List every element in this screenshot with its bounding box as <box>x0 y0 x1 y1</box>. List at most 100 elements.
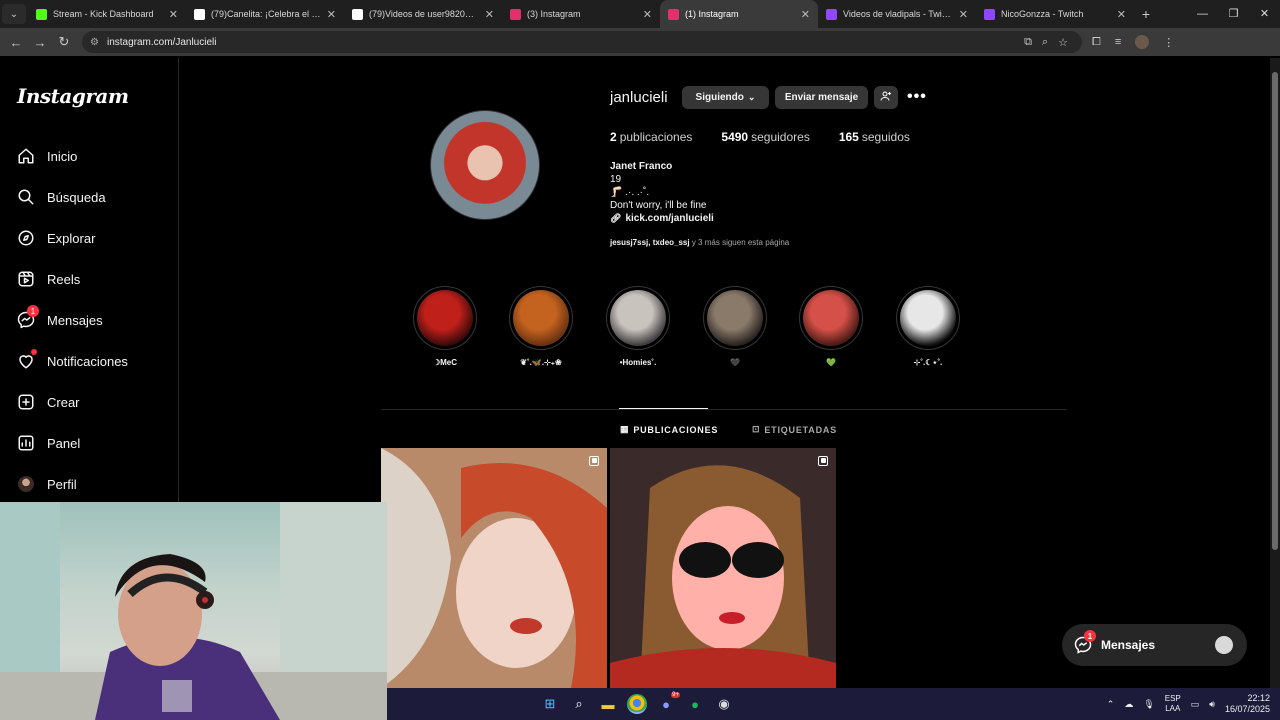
browser-tab[interactable]: NicoGonzza - Twitch ✕ <box>976 0 1134 28</box>
nav-icon-wrapper <box>17 270 35 288</box>
messages-floating-button[interactable]: 1 Mensajes <box>1062 624 1247 666</box>
browser-tab[interactable]: (79)Canelita: ¡Celebra el Día del ✕ <box>186 0 344 28</box>
windows-start-icon[interactable]: ⊞ <box>540 694 560 714</box>
following-button[interactable]: Siguiendo ⌄ <box>682 86 769 109</box>
tray-chevron-icon[interactable]: ⌃ <box>1107 699 1115 710</box>
chrome-icon[interactable] <box>627 694 647 714</box>
bookmark-star-icon[interactable]: ☆ <box>1058 36 1068 49</box>
address-bar[interactable]: ⚙ instagram.com/Janlucieli ⧉ ⌕ ☆ <box>82 31 1082 53</box>
multiple-photos-icon <box>818 456 828 466</box>
scrollbar-thumb[interactable] <box>1272 72 1278 550</box>
close-tab-icon[interactable]: ✕ <box>643 8 652 21</box>
send-message-button[interactable]: Enviar mensaje <box>775 86 868 109</box>
following-link[interactable]: 165 seguidos <box>839 130 910 144</box>
tab-tagged[interactable]: ⊡ ETIQUETADAS <box>752 424 837 435</box>
sidebar-item-mensajes[interactable]: 1 Mensajes <box>17 305 103 333</box>
browser-tab[interactable]: Videos de vladipals - Twitch ✕ <box>818 0 976 28</box>
followed-by-text[interactable]: jesusj7ssj, txdeo_ssj y 3 más siguen est… <box>610 238 789 247</box>
highlight-ring <box>606 286 670 350</box>
browser-menu-icon[interactable]: ⋮ <box>1163 36 1174 49</box>
tab-search-button[interactable]: ⌄ <box>2 4 26 24</box>
sidebar-item-panel[interactable]: Panel <box>17 430 80 456</box>
install-app-icon[interactable]: ⧉ <box>1024 36 1032 49</box>
tab-posts[interactable]: ▦ PUBLICACIONES <box>620 424 718 435</box>
forward-button[interactable]: → <box>28 35 52 50</box>
sidebar-item-explorar[interactable]: Explorar <box>17 225 95 251</box>
browser-tab-title: (3) Instagram <box>527 9 581 19</box>
microphone-icon[interactable]: 🎙︎ <box>1143 699 1154 710</box>
reload-button[interactable]: ↻ <box>52 34 76 50</box>
post-image <box>610 448 836 688</box>
spotify-icon[interactable]: ● <box>685 694 705 714</box>
maximize-button[interactable]: ❐ <box>1218 0 1249 28</box>
highlight-cover <box>900 290 956 346</box>
search-icon[interactable]: ⌕ <box>569 694 589 714</box>
story-highlight[interactable]: ❦˚.🦋.⊹₊❀ <box>509 286 573 367</box>
nav-icon-wrapper: 1 <box>17 305 39 329</box>
highlight-label: ⊹˚.☾⋆˚. <box>913 358 943 367</box>
browser-tab[interactable]: (1) Instagram ✕ <box>660 0 818 28</box>
browser-tab[interactable]: (79)Videos de user9820421845 ✕ <box>344 0 502 28</box>
monitor-icon[interactable]: ▭ <box>1191 699 1200 710</box>
file-explorer-icon[interactable]: ▬ <box>598 694 618 714</box>
grid-icon: ▦ <box>620 424 630 434</box>
notification-dot <box>31 349 37 355</box>
close-tab-icon[interactable]: ✕ <box>1117 8 1126 21</box>
highlight-label: ☽MeC <box>432 358 458 367</box>
site-info-icon[interactable]: ⚙ <box>90 37 99 48</box>
story-highlight[interactable]: ☽MeC <box>413 286 477 367</box>
story-highlight[interactable]: 💚 <box>799 286 863 367</box>
post-thumbnail[interactable] <box>381 448 607 688</box>
media-controls-icon[interactable]: ≡ <box>1115 36 1121 48</box>
close-window-button[interactable]: ✕ <box>1249 0 1280 28</box>
volume-icon[interactable]: 🔊︎ <box>1209 699 1215 710</box>
sidebar-item-label: Notificaciones <box>47 353 128 369</box>
browser-toolbar: ← → ↻ ⚙ instagram.com/Janlucieli ⧉ ⌕ ☆ ⧠… <box>0 28 1280 56</box>
sidebar-item-label: Explorar <box>47 230 96 246</box>
content-divider <box>381 409 1067 410</box>
more-options-icon[interactable]: ••• <box>907 88 927 106</box>
browser-profile-avatar[interactable] <box>1135 35 1150 49</box>
plus-square-icon <box>18 394 34 410</box>
extensions-icon[interactable]: ⧠ <box>1092 36 1101 49</box>
close-tab-icon[interactable]: ✕ <box>169 8 178 21</box>
close-tab-icon[interactable]: ✕ <box>485 8 494 21</box>
followers-link[interactable]: 5490 seguidores <box>721 130 809 144</box>
post-thumbnail[interactable] <box>610 448 836 688</box>
browser-tab-title: Videos de vladipals - Twitch <box>843 9 953 19</box>
profile-avatar[interactable] <box>430 110 540 220</box>
close-tab-icon[interactable]: ✕ <box>327 8 336 21</box>
browser-tab[interactable]: (3) Instagram ✕ <box>502 0 660 28</box>
sidebar-item-perfil[interactable]: Perfil <box>17 471 77 497</box>
send-message-label: Enviar mensaje <box>784 92 859 103</box>
sidebar-item-notificaciones[interactable]: Notificaciones <box>17 348 128 374</box>
new-tab-button[interactable]: + <box>1134 6 1158 22</box>
sidebar-item-crear[interactable]: Crear <box>17 389 80 415</box>
bio-external-link[interactable]: 🔗︎ kick.com/janlucieli <box>610 212 714 225</box>
minimize-button[interactable]: — <box>1187 0 1218 28</box>
story-highlight[interactable]: •Homies˚. <box>606 286 670 367</box>
twitch-icon <box>826 8 837 20</box>
discord-icon[interactable]: ● 9+ <box>656 692 680 714</box>
input-language[interactable]: ESP LAA <box>1165 694 1181 714</box>
instagram-logo[interactable]: Instagram <box>17 84 129 108</box>
story-highlight[interactable]: ⊹˚.☾⋆˚. <box>896 286 960 367</box>
zoom-icon[interactable]: ⌕ <box>1042 36 1048 49</box>
sidebar-item-busqueda[interactable]: Búsqueda <box>17 184 106 210</box>
sidebar-item-inicio[interactable]: Inicio <box>17 143 77 169</box>
page-scrollbar[interactable] <box>1270 58 1280 688</box>
close-tab-icon[interactable]: ✕ <box>959 8 968 21</box>
suggest-users-button[interactable] <box>874 86 898 109</box>
highlight-cover <box>803 290 859 346</box>
reels-icon <box>18 271 34 287</box>
search-icon <box>18 189 34 205</box>
close-tab-icon[interactable]: ✕ <box>801 8 810 21</box>
story-highlight[interactable]: 🖤 <box>703 286 767 367</box>
taskbar-clock[interactable]: 22:12 16/07/2025 <box>1225 693 1270 715</box>
back-button[interactable]: ← <box>4 35 28 50</box>
sidebar-item-reels[interactable]: Reels <box>17 266 80 292</box>
highlight-ring <box>799 286 863 350</box>
network-icon[interactable]: ☁ <box>1124 699 1133 710</box>
obs-icon[interactable]: ◉ <box>714 694 734 714</box>
browser-tab[interactable]: Stream - Kick Dashboard ✕ <box>28 0 186 28</box>
